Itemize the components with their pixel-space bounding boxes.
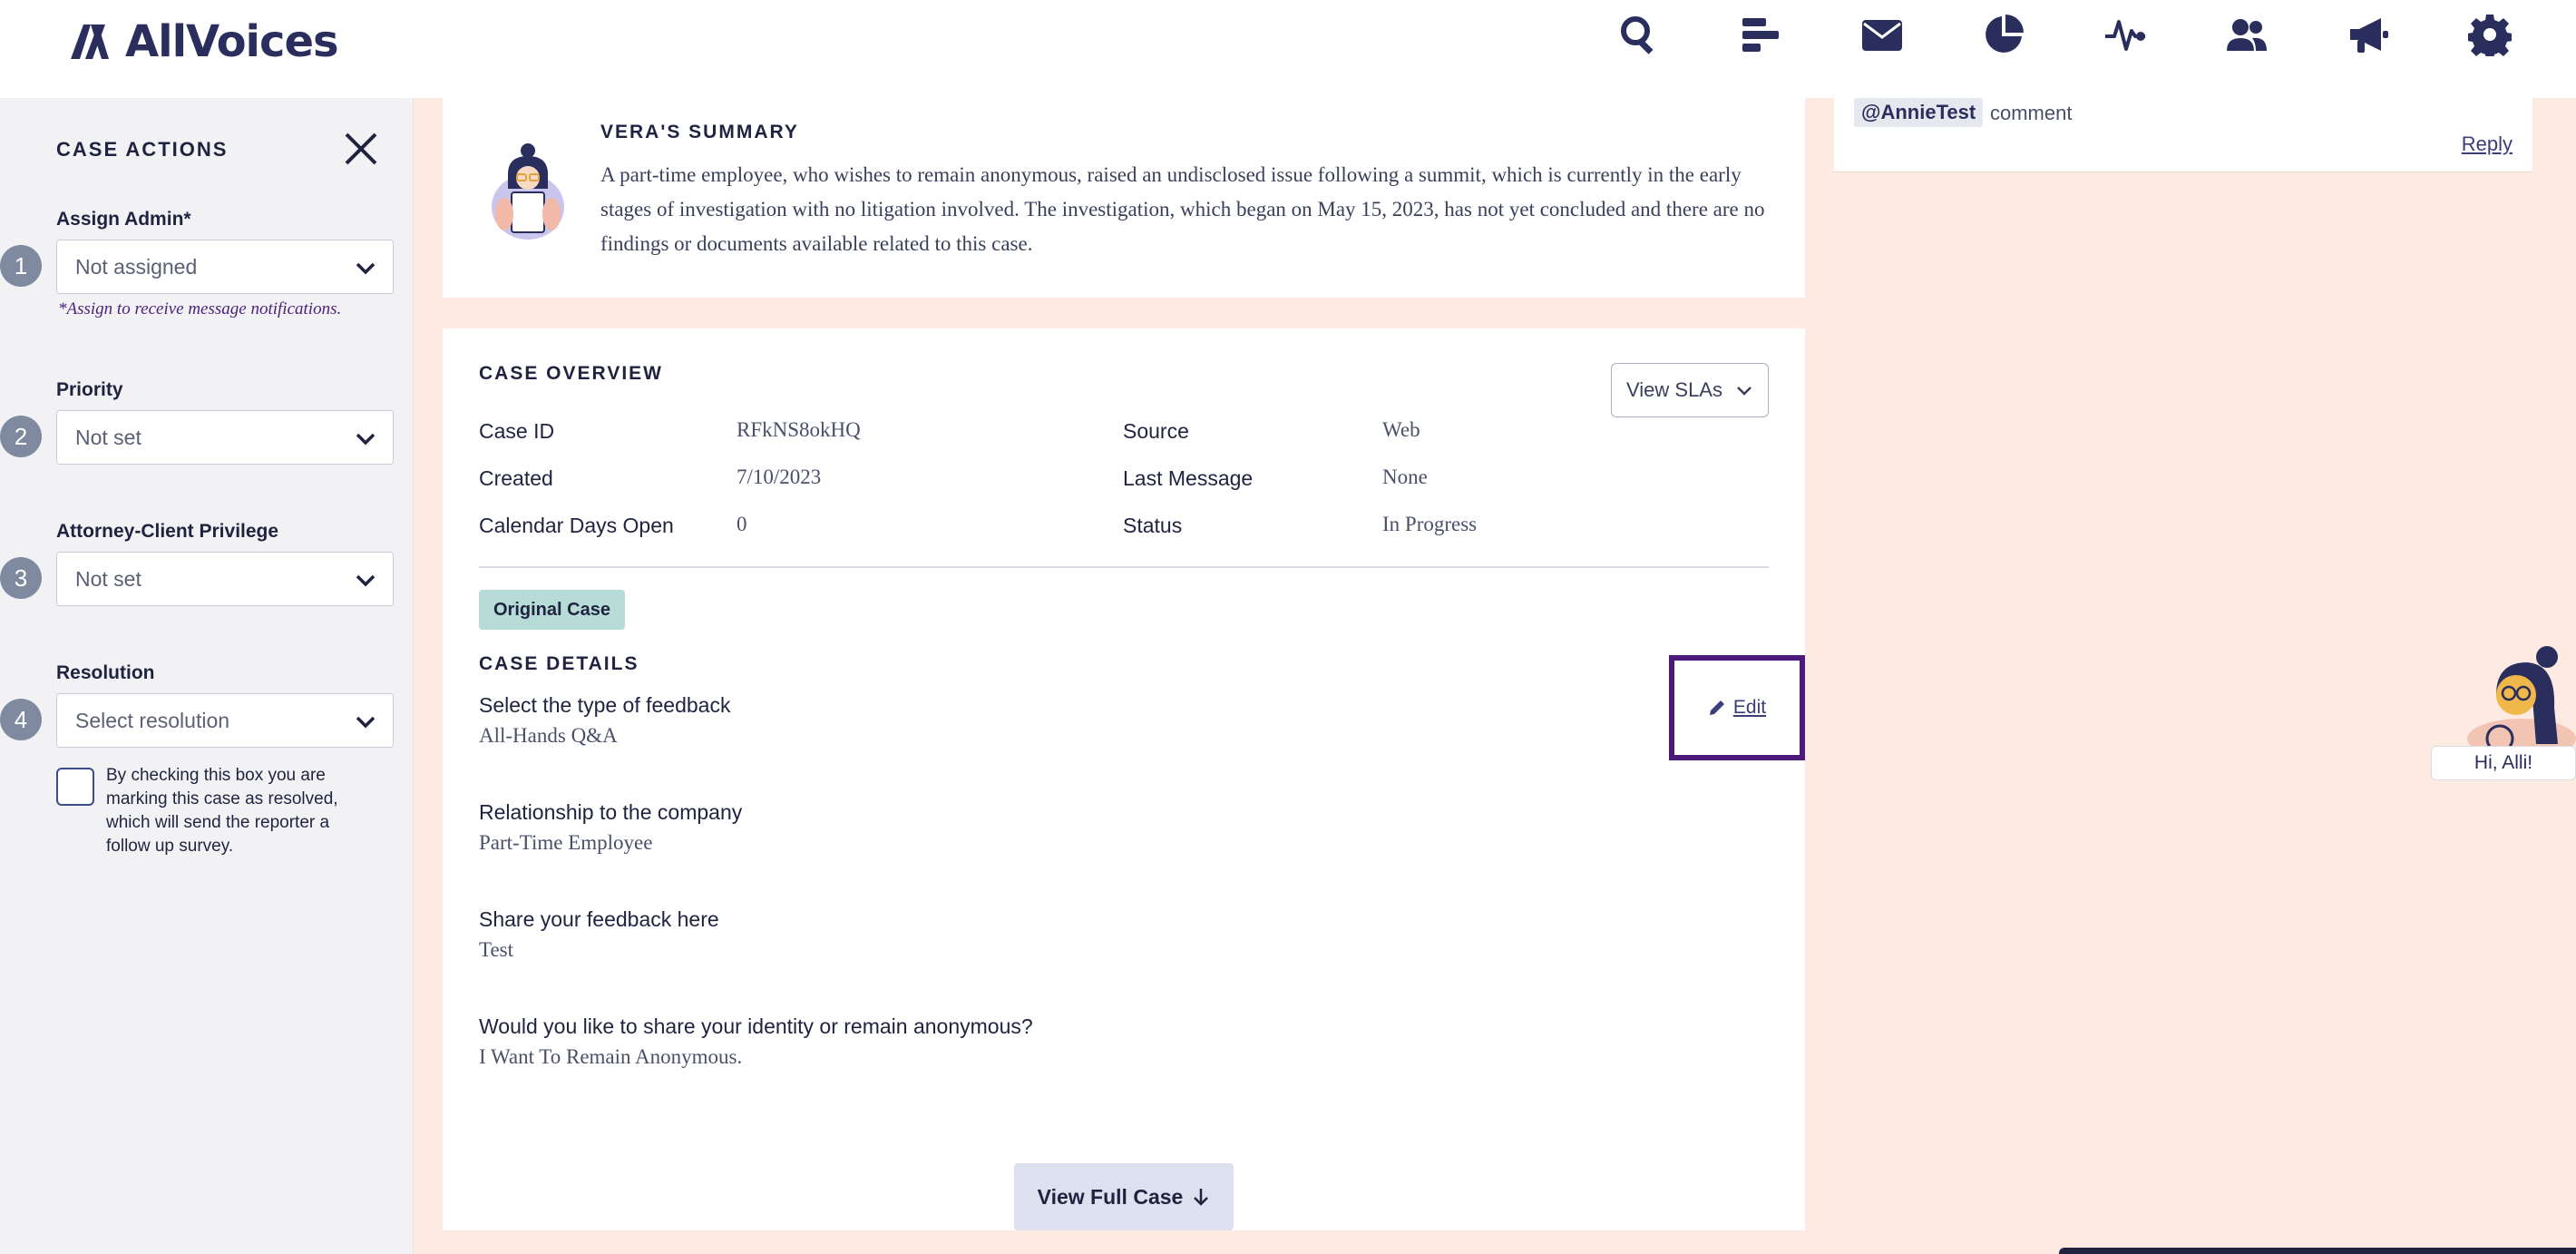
- close-icon[interactable]: [341, 129, 381, 169]
- pencil-icon: [1709, 700, 1724, 715]
- reply-link[interactable]: Reply: [2462, 132, 2513, 156]
- chevron-down-icon: [1737, 387, 1751, 396]
- created-value: 7/10/2023: [737, 465, 822, 488]
- source-value: Web: [1382, 418, 1420, 441]
- share-feedback-answer: Test: [479, 938, 513, 961]
- relationship-question: Relationship to the company: [479, 800, 743, 824]
- calendar-days-open-value: 0: [737, 513, 747, 535]
- assign-admin-label: Assign Admin*: [56, 209, 191, 230]
- edit-label: Edit: [1732, 697, 1767, 718]
- resolve-case-checkbox[interactable]: [56, 768, 94, 806]
- arrow-down-icon: [1194, 1189, 1209, 1206]
- priority-label: Priority: [56, 379, 123, 400]
- attorney-client-privilege-select[interactable]: Not set: [56, 552, 394, 606]
- chevron-down-icon: [356, 433, 376, 446]
- vera-summary-title: VERA'S SUMMARY: [600, 122, 799, 142]
- case-actions-panel: CASE ACTIONS Assign Admin* 1 Not assigne…: [0, 98, 414, 1254]
- logo-text: AllVoices: [125, 16, 339, 67]
- last-message-value: None: [1382, 465, 1428, 488]
- pie-chart-icon[interactable]: [1943, 9, 2064, 60]
- comment-item: @AnnieTest comment Reply: [1834, 98, 2532, 172]
- vera-summary-card: VERA'S SUMMARY A part-time employee, who…: [443, 98, 1805, 298]
- identity-answer: I Want To Remain Anonymous.: [479, 1045, 743, 1068]
- view-slas-dropdown[interactable]: View SLAs: [1611, 363, 1769, 417]
- case-overview-title: CASE OVERVIEW: [479, 363, 663, 384]
- step-number-badge: 1: [0, 245, 42, 287]
- step-number-badge: 4: [0, 699, 42, 740]
- user-mention-tag[interactable]: @AnnieTest: [1854, 98, 1984, 127]
- alli-assistant-launcher[interactable]: Hi, Alli!: [2431, 644, 2576, 780]
- assign-admin-value: Not assigned: [75, 254, 198, 279]
- nav-icon-bar: [1578, 9, 2551, 60]
- view-full-case-label: View Full Case: [1037, 1184, 1184, 1209]
- case-id-value: RFkNS8okHQ: [737, 418, 861, 441]
- resolution-select[interactable]: Select resolution: [56, 693, 394, 748]
- calendar-days-open-label: Calendar Days Open: [479, 514, 674, 537]
- overview-divider: [479, 566, 1769, 568]
- resolve-case-checkbox-text: By checking this box you are marking thi…: [106, 766, 338, 856]
- chevron-down-icon: [356, 262, 376, 275]
- alli-avatar-icon: [2467, 646, 2576, 749]
- attorney-client-privilege-label: Attorney-Client Privilege: [56, 521, 279, 542]
- view-slas-label: View SLAs: [1626, 378, 1722, 401]
- case-id-label: Case ID: [479, 419, 555, 443]
- status-label: Status: [1123, 514, 1183, 537]
- chevron-down-icon: [356, 574, 376, 587]
- step-number-badge: 3: [0, 557, 42, 599]
- share-feedback-question: Share your feedback here: [479, 907, 719, 931]
- priority-select[interactable]: Not set: [56, 410, 394, 465]
- activity-icon[interactable]: [2064, 9, 2186, 60]
- created-label: Created: [479, 466, 553, 490]
- users-icon[interactable]: [2186, 9, 2308, 60]
- search-icon[interactable]: [1578, 9, 1700, 60]
- megaphone-icon[interactable]: [2308, 9, 2429, 60]
- priority-value: Not set: [75, 425, 141, 449]
- assign-admin-select[interactable]: Not assigned: [56, 240, 394, 294]
- source-label: Source: [1123, 419, 1189, 443]
- case-actions-title: CASE ACTIONS: [56, 138, 229, 161]
- resolution-value: Select resolution: [75, 708, 230, 732]
- view-full-case-button[interactable]: View Full Case: [1014, 1163, 1234, 1230]
- resolution-label: Resolution: [56, 662, 155, 683]
- original-case-badge: Original Case: [479, 590, 625, 630]
- envelope-icon[interactable]: [1821, 9, 1943, 60]
- allvoices-logo[interactable]: AllVoices: [71, 16, 339, 67]
- case-details-title: CASE DETAILS: [479, 653, 639, 674]
- top-navigation-bar: AllVoices: [0, 0, 2576, 98]
- attorney-client-privilege-value: Not set: [75, 566, 141, 591]
- alli-greeting: Hi, Alli!: [2431, 746, 2576, 780]
- status-value: In Progress: [1382, 513, 1478, 535]
- vera-avatar-icon: [492, 143, 564, 240]
- relationship-answer: Part-Time Employee: [479, 831, 653, 854]
- bars-icon[interactable]: [1700, 9, 1821, 60]
- vera-summary-text: A part-time employee, who wishes to rema…: [600, 163, 1765, 255]
- chevron-down-icon: [356, 716, 376, 729]
- gear-icon[interactable]: [2429, 9, 2551, 60]
- case-overview-card: CASE OVERVIEW View SLAs Case ID RFkNS8ok…: [443, 328, 1805, 1230]
- identity-question: Would you like to share your identity or…: [479, 1014, 1033, 1038]
- assign-hint-text: *Assign to receive message notifications…: [58, 299, 342, 318]
- last-message-label: Last Message: [1123, 466, 1254, 490]
- logo-mark-icon: [71, 24, 109, 59]
- bottom-chat-bar[interactable]: [2059, 1248, 2576, 1254]
- edit-case-details-button[interactable]: Edit: [1669, 655, 1805, 760]
- step-number-badge: 2: [0, 416, 42, 457]
- comment-text: comment: [1990, 102, 2073, 124]
- feedback-type-question: Select the type of feedback: [479, 693, 731, 717]
- feedback-type-answer: All-Hands Q&A: [479, 724, 618, 747]
